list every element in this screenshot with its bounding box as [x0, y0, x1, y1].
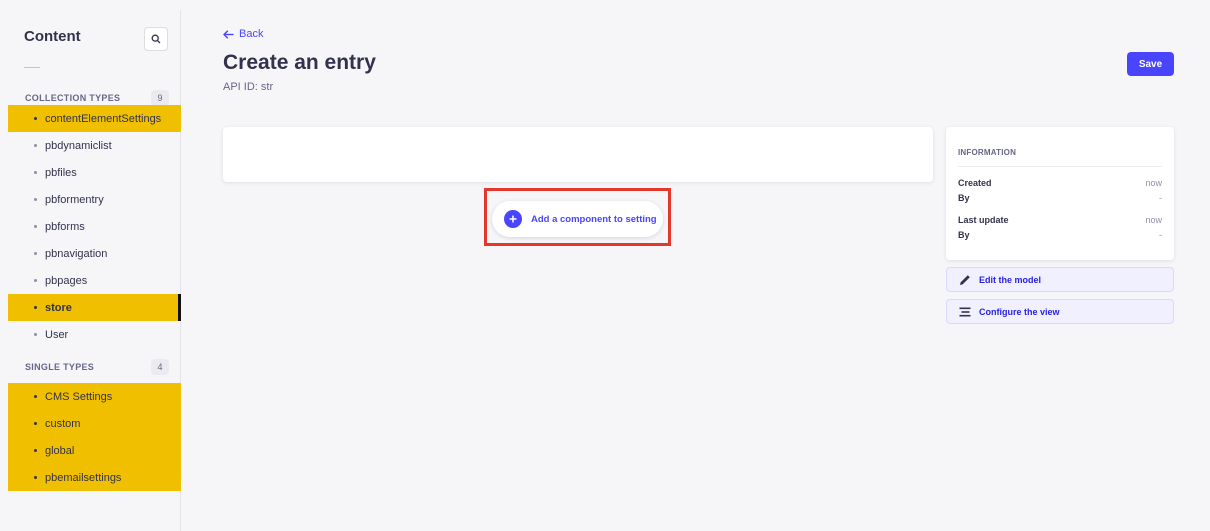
- sidebar-item-global[interactable]: global: [8, 437, 181, 464]
- bullet-icon: [34, 252, 37, 255]
- last-update-label: Last update: [958, 214, 1009, 225]
- sidebar-divider: [24, 67, 40, 68]
- sidebar-item-label: custom: [45, 417, 81, 430]
- bullet-icon: [34, 198, 37, 201]
- updated-by-row: By -: [958, 227, 1162, 242]
- bullet-icon: [34, 171, 37, 174]
- bullet-icon: [34, 144, 37, 147]
- single-types-list: CMS Settings custom global pbemailsettings: [8, 383, 181, 491]
- page-title: Create an entry: [223, 51, 376, 74]
- sidebar-item-pbfiles[interactable]: pbfiles: [8, 159, 181, 186]
- edit-model-label: Edit the model: [979, 274, 1042, 285]
- edit-model-button[interactable]: Edit the model: [946, 267, 1174, 292]
- sidebar-item-store[interactable]: store: [8, 294, 181, 321]
- sidebar-item-label: pbpages: [45, 274, 88, 287]
- information-panel: INFORMATION Created now By - Last update…: [946, 127, 1174, 260]
- sidebar-item-label: pbformentry: [45, 193, 104, 206]
- sidebar-item-label: contentElementSettings: [45, 112, 162, 125]
- pencil-icon: [960, 274, 970, 285]
- last-update-row: Last update now: [958, 212, 1162, 227]
- sidebar-item-pbnavigation[interactable]: pbnavigation: [8, 240, 181, 267]
- sidebar-title: Content: [24, 28, 81, 45]
- sidebar-item-pbdynamiclist[interactable]: pbdynamiclist: [8, 132, 181, 159]
- back-link[interactable]: Back: [223, 28, 263, 40]
- list-settings-icon: [959, 307, 971, 316]
- last-update-value: now: [1145, 214, 1162, 225]
- search-icon: [151, 34, 161, 44]
- collection-types-count: 9: [151, 90, 169, 106]
- sidebar-item-label: pbemailsettings: [45, 471, 122, 484]
- add-component-button[interactable]: Add a component to setting: [492, 201, 663, 237]
- sidebar-item-label: CMS Settings: [45, 390, 113, 403]
- sidebar-search-button[interactable]: [144, 27, 168, 51]
- configure-view-label: Configure the view: [979, 306, 1060, 317]
- single-types-count: 4: [151, 359, 169, 375]
- save-button[interactable]: Save: [1127, 52, 1174, 76]
- bullet-icon: [34, 395, 37, 398]
- sidebar-item-cms-settings[interactable]: CMS Settings: [8, 383, 181, 410]
- bullet-icon: [34, 117, 37, 120]
- bullet-icon: [34, 449, 37, 452]
- sidebar-item-label: global: [45, 444, 75, 457]
- single-types-label: SINGLE TYPES: [25, 362, 95, 372]
- sidebar-item-label: pbdynamiclist: [45, 139, 112, 152]
- updated-by-label: By: [958, 229, 970, 240]
- plus-circle-icon: [504, 210, 522, 228]
- created-by-label: By: [958, 192, 970, 203]
- sidebar-item-pbemailsettings[interactable]: pbemailsettings: [8, 464, 181, 491]
- configure-view-button[interactable]: Configure the view: [946, 299, 1174, 324]
- content-sidebar: Content COLLECTION TYPES 9 contentElemen…: [8, 10, 181, 531]
- created-label: Created: [958, 177, 992, 188]
- updated-by-value: -: [1159, 229, 1162, 240]
- bullet-icon: [34, 476, 37, 479]
- single-types-header: SINGLE TYPES 4: [25, 359, 169, 375]
- sidebar-item-user[interactable]: User: [8, 321, 181, 348]
- api-id-subtitle: API ID: str: [223, 81, 274, 93]
- created-value: now: [1145, 177, 1162, 188]
- sidebar-item-pbpages[interactable]: pbpages: [8, 267, 181, 294]
- bullet-icon: [34, 279, 37, 282]
- sidebar-item-label: pbforms: [45, 220, 85, 233]
- sidebar-item-pbformentry[interactable]: pbformentry: [8, 186, 181, 213]
- back-label: Back: [239, 28, 264, 40]
- sidebar-item-contentelementsettings[interactable]: contentElementSettings: [8, 105, 181, 132]
- created-by-value: -: [1159, 192, 1162, 203]
- bullet-icon: [34, 422, 37, 425]
- bullet-icon: [34, 333, 37, 336]
- created-by-row: By -: [958, 190, 1162, 205]
- bullet-icon: [34, 306, 37, 309]
- created-row: Created now: [958, 175, 1162, 190]
- collection-types-header: COLLECTION TYPES 9: [25, 90, 169, 106]
- sidebar-item-custom[interactable]: custom: [8, 410, 181, 437]
- sidebar-item-label: pbnavigation: [45, 247, 108, 260]
- arrow-left-icon: [223, 29, 234, 39]
- sidebar-item-label: store: [45, 301, 72, 314]
- dynamic-zone-card: [223, 127, 933, 182]
- collection-types-list: contentElementSettings pbdynamiclist pbfil…: [8, 105, 181, 348]
- bullet-icon: [34, 225, 37, 228]
- collection-types-label: COLLECTION TYPES: [25, 93, 121, 103]
- sidebar-item-pbforms[interactable]: pbforms: [8, 213, 181, 240]
- add-component-label: Add a component to setting: [531, 213, 657, 225]
- sidebar-item-label: User: [45, 328, 69, 341]
- information-heading: INFORMATION: [958, 127, 1162, 167]
- sidebar-item-label: pbfiles: [45, 166, 77, 179]
